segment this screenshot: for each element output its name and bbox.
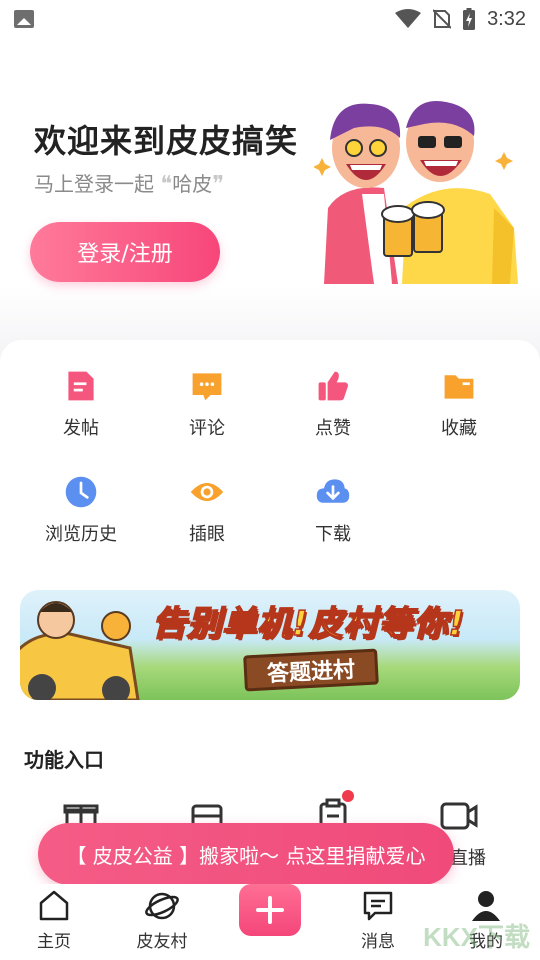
- tab-pi-village[interactable]: 皮友村: [108, 884, 216, 960]
- welcome-subtitle: 马上登录一起 ❝哈皮❞: [34, 168, 224, 197]
- grid-item-favorite[interactable]: 收藏: [396, 368, 522, 440]
- thumbs-up-icon: [318, 371, 348, 401]
- message-icon: [363, 891, 393, 921]
- watermark: KKX下载: [423, 922, 530, 952]
- clock-icon: [65, 476, 97, 508]
- quote-open: ❝: [160, 172, 173, 197]
- promo-banner[interactable]: 告别单机!皮村等你! 答题进村: [20, 590, 520, 700]
- eye-icon: [190, 483, 224, 501]
- charity-toast-banner[interactable]: 【 皮皮公益 】搬家啦～ 点这里捐献爱心: [38, 823, 454, 885]
- post-icon: [68, 371, 94, 401]
- mascots-illustration: [314, 101, 518, 284]
- grid-label: 评论: [189, 418, 225, 439]
- download-icon: [316, 479, 350, 503]
- video-camera-icon: [440, 802, 478, 830]
- clock-time: 3:32: [487, 7, 526, 30]
- banner-headline: 告别单机!皮村等你!: [151, 603, 466, 645]
- no-sim-icon: [433, 9, 452, 29]
- planet-icon: [145, 892, 179, 920]
- home-icon: [39, 890, 69, 921]
- hero-section: 欢迎来到皮皮搞笑 马上登录一起 ❝哈皮❞ 登录/注册: [0, 38, 540, 348]
- notification-badge: [342, 790, 354, 802]
- comment-icon: [192, 373, 222, 401]
- grid-item-download[interactable]: 下载: [270, 474, 396, 546]
- grid-item-history[interactable]: 浏览历史: [18, 474, 144, 546]
- quote-close: ❞: [212, 172, 225, 197]
- grid-label: 点赞: [315, 418, 351, 439]
- plus-icon: [256, 896, 284, 924]
- subtitle-prefix: 马上登录一起: [34, 172, 154, 196]
- status-bar: 3:32: [0, 0, 540, 38]
- wifi-icon: [395, 9, 422, 28]
- grid-item-comment[interactable]: 评论: [144, 368, 270, 440]
- battery-charging-icon: [463, 8, 476, 30]
- grid-label: 下载: [315, 524, 351, 545]
- cartoon-car-illustration: [20, 601, 140, 700]
- subtitle-highlight: 哈皮: [172, 172, 213, 196]
- features-section-title: 功能入口: [24, 748, 104, 772]
- welcome-title: 欢迎来到皮皮搞笑: [34, 122, 299, 160]
- quick-actions-grid: 发帖 评论 点赞 收藏 浏览历史 插眼 下载: [18, 368, 522, 546]
- banner-sign: 答题进村: [243, 648, 379, 692]
- main-card: 发帖 评论 点赞 收藏 浏览历史 插眼 下载 告别单机!皮村等你! 答题进村 功…: [0, 340, 540, 900]
- login-register-button[interactable]: 登录/注册: [30, 222, 220, 282]
- grid-item-eye[interactable]: 插眼: [144, 474, 270, 546]
- grid-item-post[interactable]: 发帖: [18, 368, 144, 440]
- grid-item-like[interactable]: 点赞: [270, 368, 396, 440]
- grid-label: 发帖: [63, 418, 99, 439]
- create-post-button[interactable]: [239, 884, 301, 936]
- tab-label: 主页: [37, 932, 71, 952]
- tab-label: 消息: [361, 932, 395, 952]
- tab-label: 皮友村: [136, 932, 188, 952]
- tab-create[interactable]: [216, 884, 324, 960]
- grid-label: 插眼: [189, 524, 225, 545]
- grid-label: 收藏: [441, 418, 477, 439]
- tab-home[interactable]: 主页: [0, 884, 108, 960]
- folder-icon: [444, 375, 474, 399]
- tab-messages[interactable]: 消息: [324, 884, 432, 960]
- gallery-notification-icon: [14, 10, 34, 28]
- grid-label: 浏览历史: [45, 524, 117, 545]
